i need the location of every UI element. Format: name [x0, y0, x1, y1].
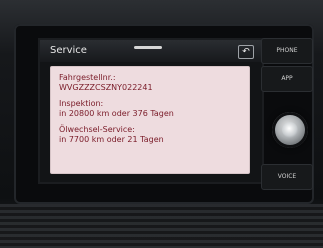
volume-knob-icon[interactable]	[272, 112, 308, 148]
vin-label: Fahrgestellnr.:	[59, 73, 116, 82]
page-title: Service	[50, 45, 87, 56]
oil-service-section: Ölwechsel-Service: in 7700 km oder 21 Ta…	[59, 125, 241, 145]
oil-service-value: in 7700 km oder 21 Tagen	[59, 135, 164, 144]
oil-service-label: Ölwechsel-Service:	[59, 125, 135, 134]
vent-grill	[0, 204, 323, 248]
phone-button[interactable]: PHONE	[261, 38, 313, 64]
vin-section: Fahrgestellnr.: WVGZZZCSZNY022241	[59, 73, 241, 93]
vin-value: WVGZZZCSZNY022241	[59, 83, 153, 92]
drag-handle[interactable]	[134, 46, 162, 49]
back-arrow-icon[interactable]: ↶	[238, 45, 254, 59]
infotainment-screen: Service ↶ Fahrgestellnr.: WVGZZZCSZNY022…	[38, 38, 264, 184]
car-dashboard: Service ↶ Fahrgestellnr.: WVGZZZCSZNY022…	[0, 0, 323, 248]
service-info-panel: Fahrgestellnr.: WVGZZZCSZNY022241 Inspek…	[50, 66, 250, 174]
screen-header: Service ↶	[40, 40, 262, 62]
voice-button[interactable]: VOICE	[261, 164, 313, 190]
inspection-section: Inspektion: in 20800 km oder 376 Tagen	[59, 99, 241, 119]
knob-center	[282, 122, 298, 138]
inspection-value: in 20800 km oder 376 Tagen	[59, 109, 174, 118]
inspection-label: Inspektion:	[59, 99, 104, 108]
app-button[interactable]: APP	[261, 66, 313, 92]
